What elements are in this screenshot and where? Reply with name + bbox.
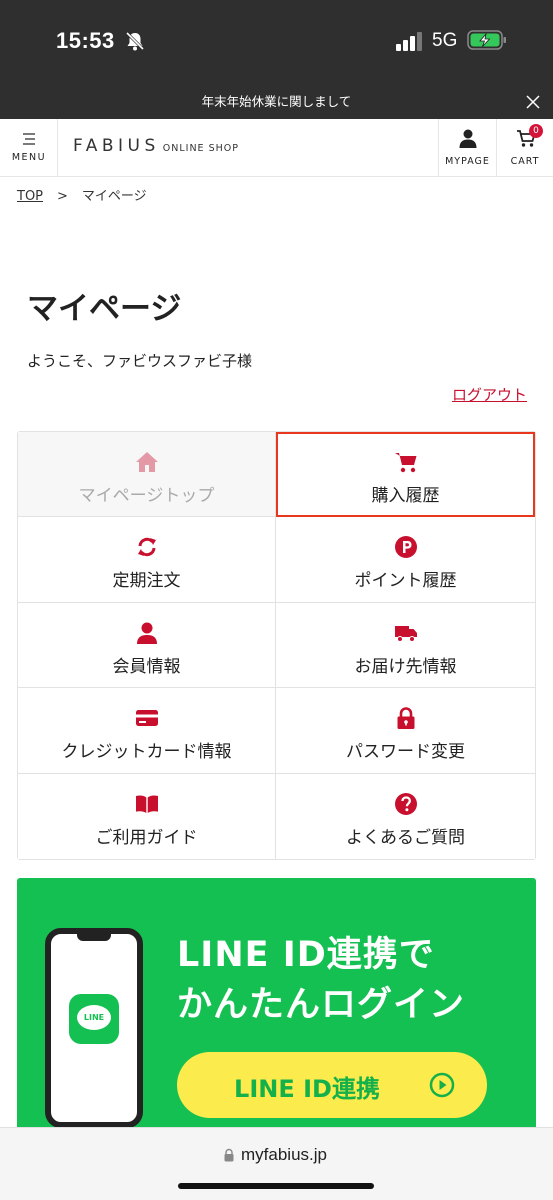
menu-item-label: パスワード変更 bbox=[346, 742, 465, 763]
cart-icon bbox=[394, 453, 416, 473]
menu-item-mypage-top[interactable]: マイページトップ bbox=[18, 432, 276, 518]
url-text[interactable]: myfabius.jp bbox=[241, 1145, 327, 1165]
page-title: マイページ bbox=[27, 291, 182, 327]
breadcrumb-current: マイページ bbox=[81, 189, 147, 204]
close-icon[interactable] bbox=[525, 94, 541, 110]
menu-item-label: よくあるご質問 bbox=[346, 827, 465, 848]
signal-icon bbox=[396, 32, 422, 51]
hamburger-icon bbox=[23, 133, 35, 145]
line-id-link-label: LINE ID連携 bbox=[234, 1075, 380, 1103]
mypage-label: MYPAGE bbox=[445, 156, 490, 167]
logo-sub: ONLINE SHOP bbox=[162, 143, 239, 154]
phone-notch bbox=[77, 932, 111, 941]
user-icon bbox=[459, 129, 477, 148]
menu-item-label: 会員情報 bbox=[112, 656, 181, 677]
home-icon bbox=[135, 452, 158, 472]
menu-item-label: 定期注文 bbox=[112, 571, 181, 592]
menu-item-guide[interactable]: ご利用ガイド bbox=[18, 773, 276, 859]
cart-label: CART bbox=[510, 156, 540, 167]
line-login-banner[interactable]: LINE LINE ID連携で かんたんログイン LINE ID連携 bbox=[17, 878, 536, 1138]
points-icon bbox=[394, 536, 417, 559]
credit-card-icon bbox=[135, 710, 158, 727]
logo-main: FABIUS bbox=[73, 136, 160, 156]
menu-item-points[interactable]: ポイント履歴 bbox=[276, 517, 535, 603]
menu-item-label: マイページトップ bbox=[78, 486, 215, 506]
mypage-menu-grid: マイページトップ 購入履歴 定期注文 ポイント履歴 会員情報 お届け先情報 クレ… bbox=[17, 431, 536, 860]
lock-icon bbox=[397, 707, 414, 730]
banner-title-line1: LINE ID連携で bbox=[177, 935, 435, 975]
status-bar: 15:53 5G bbox=[0, 0, 553, 88]
menu-label: MENU bbox=[11, 152, 47, 163]
menu-item-faq[interactable]: よくあるご質問 bbox=[276, 773, 535, 859]
logout-link[interactable]: ログアウト bbox=[452, 384, 527, 405]
phone-illustration: LINE bbox=[45, 928, 143, 1128]
question-icon bbox=[394, 792, 417, 815]
menu-item-purchase-history[interactable]: 購入履歴 bbox=[276, 432, 535, 518]
battery-charging-icon bbox=[467, 30, 506, 50]
mypage-button[interactable]: MYPAGE bbox=[438, 119, 496, 177]
notice-bar[interactable]: 年末年始休業に関しまして bbox=[0, 88, 553, 119]
menu-item-delivery-address[interactable]: お届け先情報 bbox=[276, 602, 535, 689]
menu-item-label: 購入履歴 bbox=[371, 486, 440, 506]
breadcrumb: TOP > マイページ bbox=[17, 185, 147, 204]
breadcrumb-top-link[interactable]: TOP bbox=[17, 189, 43, 204]
lock-icon bbox=[224, 1148, 234, 1162]
breadcrumb-separator: > bbox=[57, 189, 68, 204]
play-arrow-icon bbox=[429, 1072, 455, 1098]
line-id-link-button[interactable]: LINE ID連携 bbox=[177, 1052, 487, 1118]
notice-text[interactable]: 年末年始休業に関しまして bbox=[202, 94, 352, 109]
user-icon bbox=[136, 622, 157, 644]
truck-icon bbox=[394, 625, 417, 642]
menu-item-label: クレジットカード情報 bbox=[61, 742, 232, 763]
menu-item-label: ご利用ガイド bbox=[95, 827, 198, 848]
menu-item-label: ポイント履歴 bbox=[354, 571, 457, 592]
network-type: 5G bbox=[432, 30, 458, 51]
menu-item-subscription[interactable]: 定期注文 bbox=[18, 517, 276, 603]
home-indicator bbox=[178, 1183, 374, 1189]
menu-item-credit-card[interactable]: クレジットカード情報 bbox=[18, 688, 276, 774]
refresh-icon bbox=[137, 538, 156, 557]
menu-item-member-info[interactable]: 会員情報 bbox=[18, 602, 276, 689]
site-header: MENU FABIUS ONLINE SHOP MYPAGE 0 CART bbox=[0, 119, 553, 177]
cart-button[interactable]: 0 CART bbox=[496, 119, 553, 177]
banner-title-line2: かんたんログイン bbox=[177, 985, 466, 1025]
banner-title: LINE ID連携で かんたんログイン bbox=[177, 930, 527, 1030]
book-icon bbox=[135, 795, 158, 813]
line-app-bubble: LINE bbox=[77, 1005, 111, 1030]
status-time: 15:53 bbox=[56, 28, 115, 53]
browser-address-bar[interactable]: myfabius.jp bbox=[0, 1127, 553, 1200]
welcome-message: ようこそ、ファビウスファビ子様 bbox=[27, 352, 253, 370]
bell-muted-icon bbox=[125, 31, 145, 51]
menu-button[interactable]: MENU bbox=[0, 119, 58, 177]
menu-item-change-password[interactable]: パスワード変更 bbox=[276, 688, 535, 774]
menu-item-label: お届け先情報 bbox=[354, 656, 457, 677]
line-app-icon: LINE bbox=[69, 994, 119, 1044]
site-logo[interactable]: FABIUS ONLINE SHOP bbox=[73, 136, 239, 156]
cart-count-badge: 0 bbox=[529, 124, 543, 138]
